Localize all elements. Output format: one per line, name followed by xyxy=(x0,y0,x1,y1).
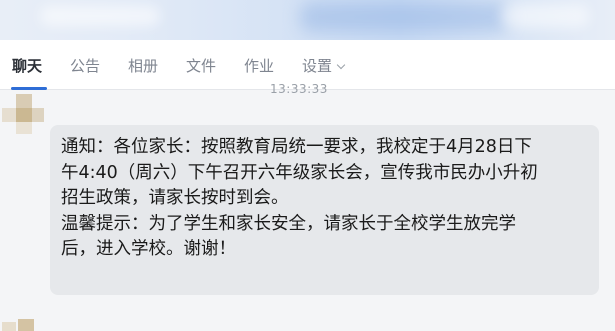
message-line: 温馨提示：为了学生和家长安全，请家长于全校学生放完学 xyxy=(61,213,516,234)
tab-album[interactable]: 相册 xyxy=(128,56,158,76)
tab-chat[interactable]: 聊天 xyxy=(12,56,42,76)
active-tab-indicator xyxy=(11,87,47,90)
message-line: 午4:40（周六）下午召开六年级家长会，宣传我市民办小升初 xyxy=(61,162,538,183)
tab-settings-label: 设置 xyxy=(302,57,333,75)
window-header xyxy=(0,0,615,40)
message-line: 通知：各位家长：按照教育局统一要求，我校定于4月28日下 xyxy=(61,137,532,157)
message-line: 后，进入学校。谢谢！ xyxy=(61,239,236,259)
chat-panel: 13:33:33 通知：各位家长：按照教育局统一要求，我校定于4月28日下 午4… xyxy=(0,82,615,331)
tab-homework[interactable]: 作业 xyxy=(244,56,274,76)
chevron-down-icon xyxy=(336,60,346,70)
tab-settings[interactable]: 设置 xyxy=(302,56,346,76)
message-line: 招生政策，请家长按时到会。 xyxy=(61,188,289,208)
tab-announcements[interactable]: 公告 xyxy=(70,56,100,76)
avatar[interactable] xyxy=(0,94,46,134)
message-bubble[interactable]: 通知：各位家长：按照教育局统一要求，我校定于4月28日下 午4:40（周六）下午… xyxy=(50,125,599,295)
message-timestamp: 13:33:33 xyxy=(270,82,328,96)
avatar[interactable] xyxy=(0,316,46,331)
tab-files[interactable]: 文件 xyxy=(186,56,216,76)
